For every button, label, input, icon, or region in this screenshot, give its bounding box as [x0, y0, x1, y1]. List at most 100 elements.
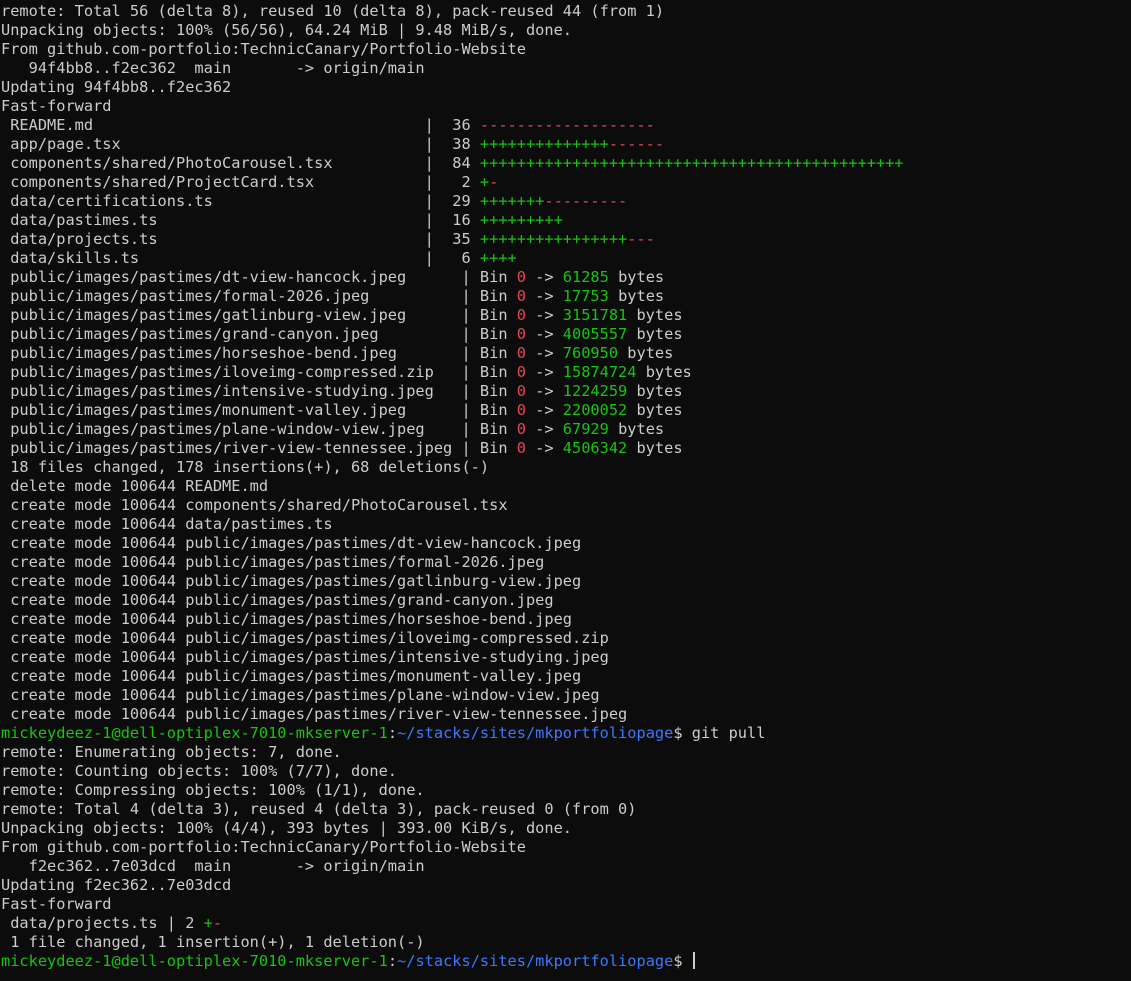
terminal-line: README.md | 36 ------------------- [1, 116, 1131, 135]
terminal-text: data/projects.ts | 2 [1, 914, 204, 932]
terminal-text: create mode 100644 public/images/pastime… [1, 686, 600, 704]
terminal-text: mickeydeez-1@dell-optiplex-7010-mkserver… [1, 724, 388, 742]
terminal-text: 0 [516, 344, 526, 362]
terminal-text: data/skills.ts | 6 [1, 249, 480, 267]
terminal-text: bytes [627, 325, 683, 343]
terminal-text: Fast-forward [1, 895, 112, 913]
terminal-text: 1224259 [562, 382, 628, 400]
terminal-text: Updating 94f4bb8..f2ec362 [1, 78, 232, 96]
terminal-line: public/images/pastimes/grand-canyon.jpeg… [1, 325, 1131, 344]
terminal-line: public/images/pastimes/gatlinburg-view.j… [1, 306, 1131, 325]
terminal-text: create mode 100644 public/images/pastime… [1, 591, 554, 609]
terminal-line: data/skills.ts | 6 ++++ [1, 249, 1131, 268]
terminal-line: app/page.tsx | 38 ++++++++++++++------ [1, 135, 1131, 154]
terminal-text: -> [525, 401, 563, 419]
terminal-line: public/images/pastimes/intensive-studyin… [1, 382, 1131, 401]
terminal-text: data/pastimes.ts | 16 [1, 211, 480, 229]
terminal-text: ++++++++++++++ [479, 135, 609, 153]
terminal-text: -> [525, 306, 563, 324]
terminal-text: $ git pull [673, 724, 766, 742]
terminal-text: public/images/pastimes/dt-view-hancock.j… [1, 268, 517, 286]
terminal-text: create mode 100644 public/images/pastime… [1, 534, 582, 552]
terminal-text: public/images/pastimes/formal-2026.jpeg … [1, 287, 517, 305]
terminal-text: bytes [608, 420, 665, 438]
terminal-text: remote: Counting objects: 100% (7/7), do… [1, 762, 398, 780]
terminal-text: 18 files changed, 178 insertions(+), 68 … [1, 458, 490, 476]
terminal-text: create mode 100644 public/images/pastime… [1, 610, 572, 628]
terminal-line: remote: Total 4 (delta 3), reused 4 (del… [1, 800, 1131, 819]
terminal-text: Updating f2ec362..7e03dcd [1, 876, 232, 894]
terminal-text: create mode 100644 public/images/pastime… [1, 667, 582, 685]
terminal-line: delete mode 100644 README.md [1, 477, 1131, 496]
terminal-text: README.md | 36 [1, 116, 480, 134]
terminal-text: Fast-forward [1, 97, 112, 115]
terminal-text: public/images/pastimes/horseshoe-bend.jp… [1, 344, 517, 362]
terminal-text: 94f4bb8..f2ec362 main -> origin/main [1, 59, 425, 77]
terminal-text: 0 [516, 401, 526, 419]
terminal-text: ~/stacks/sites/mkportfoliopage [397, 724, 674, 742]
terminal-text: public/images/pastimes/intensive-studyin… [1, 382, 517, 400]
terminal-text: public/images/pastimes/monument-valley.j… [1, 401, 517, 419]
terminal-text: --------- [544, 192, 628, 210]
terminal-text: - [212, 914, 223, 932]
terminal-text: bytes [627, 382, 683, 400]
terminal-text: : [387, 724, 398, 742]
terminal-text: 1 file changed, 1 insertion(+), 1 deleti… [1, 933, 425, 951]
terminal-text: data/certifications.ts | 29 [1, 192, 480, 210]
terminal-text: app/page.tsx | 38 [1, 135, 480, 153]
terminal-text: public/images/pastimes/iloveimg-compress… [1, 363, 517, 381]
terminal-line: create mode 100644 public/images/pastime… [1, 610, 1131, 629]
terminal-text: components/shared/PhotoCarousel.tsx | 84 [1, 154, 480, 172]
terminal-text: ------------------- [479, 116, 655, 134]
terminal-output[interactable]: remote: Total 56 (delta 8), reused 10 (d… [0, 0, 1131, 981]
terminal-line: create mode 100644 public/images/pastime… [1, 591, 1131, 610]
terminal-text: : [387, 952, 398, 970]
terminal-text: bytes [636, 363, 692, 381]
terminal-text: bytes [627, 439, 683, 457]
terminal-line: public/images/pastimes/dt-view-hancock.j… [1, 268, 1131, 287]
terminal-line: data/certifications.ts | 29 +++++++-----… [1, 192, 1131, 211]
terminal-line: create mode 100644 public/images/pastime… [1, 648, 1131, 667]
terminal-line: mickeydeez-1@dell-optiplex-7010-mkserver… [1, 952, 1131, 971]
terminal-line: public/images/pastimes/formal-2026.jpeg … [1, 287, 1131, 306]
terminal-text: -> [525, 325, 563, 343]
terminal-text: 0 [516, 382, 526, 400]
terminal-line: Updating f2ec362..7e03dcd [1, 876, 1131, 895]
terminal-line: create mode 100644 public/images/pastime… [1, 629, 1131, 648]
terminal-text: -> [525, 363, 563, 381]
terminal-text: 61285 [562, 268, 609, 286]
terminal-line: Fast-forward [1, 895, 1131, 914]
terminal-line: create mode 100644 public/images/pastime… [1, 705, 1131, 724]
terminal-line: data/pastimes.ts | 16 +++++++++ [1, 211, 1131, 230]
terminal-text: create mode 100644 public/images/pastime… [1, 629, 609, 647]
terminal-line: remote: Total 56 (delta 8), reused 10 (d… [1, 2, 1131, 21]
terminal-line: create mode 100644 components/shared/Pho… [1, 496, 1131, 515]
terminal-line: public/images/pastimes/monument-valley.j… [1, 401, 1131, 420]
terminal-text: +++++++++ [479, 211, 563, 229]
terminal-text: $ [673, 952, 692, 970]
terminal-text: + [203, 914, 213, 932]
terminal-text: -> [525, 268, 563, 286]
terminal-line: f2ec362..7e03dcd main -> origin/main [1, 857, 1131, 876]
terminal-line: public/images/pastimes/horseshoe-bend.jp… [1, 344, 1131, 363]
terminal-text: data/projects.ts | 35 [1, 230, 480, 248]
terminal-text: 4005557 [562, 325, 628, 343]
terminal-line: Updating 94f4bb8..f2ec362 [1, 78, 1131, 97]
terminal-text: 4506342 [562, 439, 628, 457]
terminal-text: + [479, 173, 490, 191]
terminal-text: -> [525, 382, 563, 400]
terminal-text: 0 [516, 306, 526, 324]
terminal-line: mickeydeez-1@dell-optiplex-7010-mkserver… [1, 724, 1131, 743]
terminal-line: 94f4bb8..f2ec362 main -> origin/main [1, 59, 1131, 78]
terminal-text: 0 [516, 439, 526, 457]
terminal-text: ------ [608, 135, 665, 153]
terminal-line: 18 files changed, 178 insertions(+), 68 … [1, 458, 1131, 477]
terminal-text: public/images/pastimes/grand-canyon.jpeg… [1, 325, 517, 343]
terminal-text: create mode 100644 public/images/pastime… [1, 648, 609, 666]
terminal-text: -> [525, 287, 563, 305]
terminal-line: public/images/pastimes/iloveimg-compress… [1, 363, 1131, 382]
terminal-text: +++++++ [479, 192, 545, 210]
terminal-text: create mode 100644 components/shared/Pho… [1, 496, 508, 514]
terminal-text: f2ec362..7e03dcd main -> origin/main [1, 857, 425, 875]
terminal-text: bytes [618, 344, 674, 362]
